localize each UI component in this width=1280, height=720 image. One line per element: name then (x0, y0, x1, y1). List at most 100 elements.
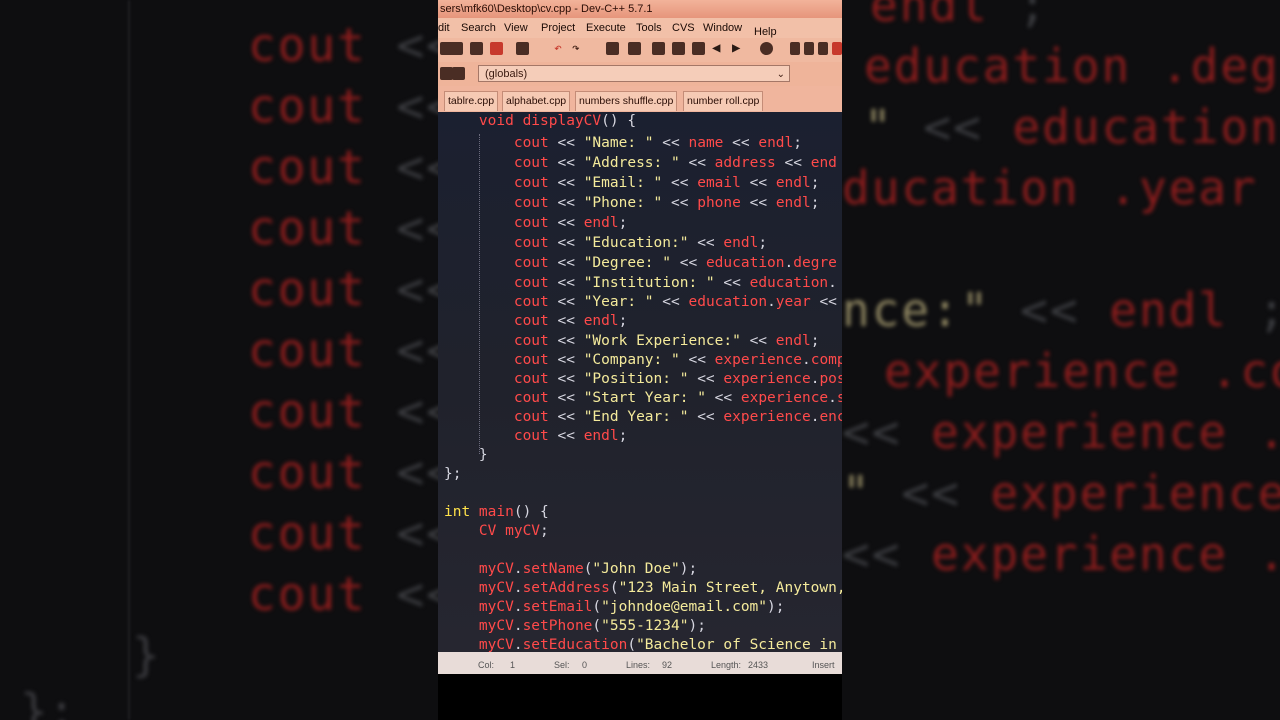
code-token: pos (819, 371, 842, 387)
close-file-icon[interactable] (490, 42, 503, 55)
code-token: << (557, 215, 584, 231)
code-token: cout (444, 135, 558, 151)
code-token: ( (592, 618, 602, 634)
code-token: << (697, 371, 724, 387)
menu-view[interactable]: View (504, 22, 528, 34)
code-line: myCV.setEmail("johndoe@email.com"); (444, 598, 785, 616)
code-token: myCV (444, 580, 514, 596)
background-token: experience (931, 405, 1258, 459)
code-token: . (513, 618, 523, 634)
file-tabs: tablre.cpp alphabet.cpp numbers shuffle.… (438, 86, 842, 112)
background-code-line: education .degre (864, 39, 1280, 93)
code-token: . (828, 275, 837, 291)
background-token: " (864, 100, 924, 154)
menu-project[interactable]: Project (541, 22, 575, 34)
code-token: << (671, 195, 698, 211)
tab-number-roll[interactable]: number roll.cpp (683, 91, 764, 111)
code-token: main (478, 504, 514, 520)
code-line: cout << "Name: " << name << endl; (444, 134, 802, 152)
code-token: ; (618, 428, 628, 444)
code-token: . (513, 561, 523, 577)
code-token: ; (810, 195, 820, 211)
print-icon[interactable] (516, 42, 529, 55)
code-token: << (688, 352, 715, 368)
background-code-line: experience .comp (884, 344, 1280, 398)
indent-icon[interactable] (652, 42, 665, 55)
code-line: CV myCV; (444, 522, 549, 540)
menu-edit[interactable]: dit (438, 22, 450, 34)
code-token: << (749, 195, 776, 211)
code-token: ); (767, 599, 785, 615)
code-token: << (784, 155, 811, 171)
background-token: ; (1018, 0, 1049, 32)
unindent-icon[interactable] (672, 42, 685, 55)
menu-cvs[interactable]: CVS (672, 22, 695, 34)
code-editor[interactable]: void displayCV() { cout << "Name: " << n… (438, 112, 842, 653)
forward-icon[interactable]: ▶ (732, 41, 745, 55)
code-token: << (557, 275, 584, 291)
code-token: << (557, 428, 584, 444)
code-token: << (749, 333, 776, 349)
code-line: cout << "Work Experience:" << endl; (444, 332, 820, 350)
status-sel-label: Sel: (554, 660, 570, 670)
code-token: << (557, 390, 584, 406)
background-token: education (864, 39, 1161, 93)
menu-window[interactable]: Window (703, 22, 742, 34)
code-token: "Institution: " (583, 275, 724, 291)
menu-tools[interactable]: Tools (636, 22, 662, 34)
tab-tablre[interactable]: tablre.cpp (444, 91, 499, 111)
code-token: . (513, 599, 523, 615)
save-all-icon[interactable] (470, 42, 483, 55)
code-token: "Name: " (583, 135, 663, 151)
code-token: s (836, 390, 842, 406)
code-token: enc (819, 409, 842, 425)
background-code-line: cout << (248, 445, 438, 499)
status-sel-value: 0 (582, 660, 588, 670)
compile-icon[interactable] (818, 42, 828, 55)
background-code-line: << experience .enc (842, 527, 1280, 581)
find-icon[interactable] (606, 42, 619, 55)
code-token: education (688, 294, 768, 310)
tab-numbers-shuffle[interactable]: numbers shuffle.cpp (575, 91, 678, 111)
code-token: "Position: " (583, 371, 698, 387)
background-code-line: << experience .pos (842, 405, 1280, 459)
save-icon[interactable] (450, 42, 463, 55)
code-token: << (557, 333, 584, 349)
code-line: } (444, 446, 488, 464)
background-token: experience (990, 466, 1280, 520)
background-code-line: ducation .year << (842, 161, 1280, 215)
background-token: .pos (1258, 405, 1280, 459)
code-token: << (557, 155, 584, 171)
code-token: cout (444, 215, 558, 231)
insert-icon[interactable] (452, 67, 465, 80)
menu-help[interactable]: Help (754, 26, 777, 38)
new-class-icon[interactable] (790, 42, 800, 55)
undo-icon[interactable]: ↶ (554, 42, 567, 55)
code-line: cout << endl; (444, 427, 628, 445)
back-icon[interactable]: ◀ (712, 41, 725, 55)
globals-dropdown[interactable]: (globals) ⌄ (478, 65, 790, 82)
code-token: cout (444, 371, 558, 387)
toggle-comment-icon[interactable] (692, 42, 705, 55)
project-options-icon[interactable] (804, 42, 814, 55)
code-token: }; (444, 466, 462, 482)
tab-alphabet[interactable]: alphabet.cpp (502, 91, 571, 111)
code-token: . (801, 352, 811, 368)
code-token: } (444, 447, 488, 463)
background-code-line: nce:" << endl ; (842, 283, 1280, 337)
code-line: cout << "Education:" << endl; (444, 234, 767, 252)
code-token: ; (540, 523, 549, 539)
background-token: cout (248, 140, 397, 194)
background-token: << (396, 567, 438, 621)
background-token: << (396, 18, 438, 72)
code-token: setAddress (522, 580, 610, 596)
redo-icon[interactable]: ↷ (572, 42, 585, 55)
bookmark-icon[interactable] (760, 42, 773, 55)
menu-execute[interactable]: Execute (586, 22, 626, 34)
code-token: setEducation (522, 637, 628, 653)
run-icon[interactable] (832, 42, 842, 55)
menu-search[interactable]: Search (461, 22, 496, 34)
code-line: cout << "Position: " << experience.pos (444, 370, 842, 388)
replace-icon[interactable] (628, 42, 641, 55)
background-code-line: cout << (248, 262, 438, 316)
